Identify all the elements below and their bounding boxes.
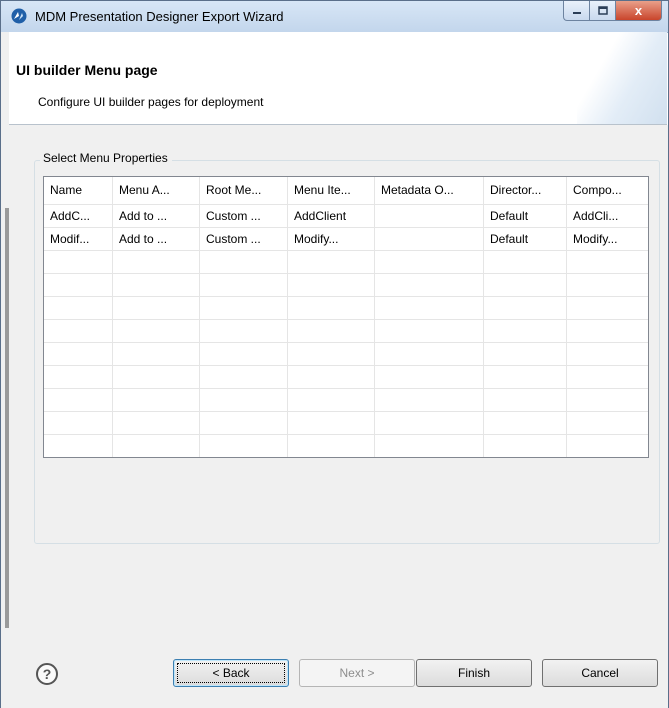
empty-row — [44, 251, 648, 274]
wizard-header: UI builder Menu page Configure UI builde… — [9, 32, 667, 125]
table-cell: AddC... — [44, 205, 113, 227]
table-cell: Modif... — [44, 228, 113, 250]
table-row[interactable]: Modif... Add to ... Custom ... Modify...… — [44, 228, 648, 251]
empty-row — [44, 366, 648, 389]
empty-row — [44, 274, 648, 297]
column-header-menu-action[interactable]: Menu A... — [113, 177, 200, 204]
wizard-footer: ? < Back Next > Finish Cancel — [9, 659, 668, 708]
column-header-directory[interactable]: Director... — [484, 177, 567, 204]
wizard-window: MDM Presentation Designer Export Wizard … — [0, 0, 669, 708]
finish-button-label: Finish — [457, 666, 490, 680]
group-label: Select Menu Properties — [40, 151, 172, 165]
table-cell: Add to ... — [113, 228, 200, 250]
column-header-name[interactable]: Name — [44, 177, 113, 204]
table-cell: Custom ... — [200, 205, 288, 227]
table-cell: Modify... — [573, 232, 618, 246]
next-button[interactable]: Next > — [299, 659, 415, 687]
table-row[interactable]: AddC... Add to ... Custom ... AddClient … — [44, 205, 648, 228]
page-description: Configure UI builder pages for deploymen… — [38, 95, 264, 109]
maximize-icon — [597, 5, 608, 15]
maximize-button[interactable] — [590, 1, 616, 21]
table-cell: AddCli... — [573, 209, 619, 223]
window-controls: x — [563, 1, 662, 22]
table-cell: Add to ... — [113, 205, 200, 227]
column-header-component[interactable]: Compo... — [567, 177, 648, 204]
close-button[interactable]: x — [616, 1, 662, 21]
table-header: Name Menu A... Root Me... Menu Ite... Me… — [44, 177, 648, 205]
empty-row — [44, 435, 648, 457]
empty-row — [44, 343, 648, 366]
minimize-button[interactable] — [563, 1, 590, 21]
menu-properties-table[interactable]: Name Menu A... Root Me... Menu Ite... Me… — [43, 176, 649, 458]
cancel-button-label: Cancel — [581, 666, 619, 680]
next-button-label: Next > — [339, 666, 375, 680]
table-cell — [375, 228, 484, 250]
finish-button[interactable]: Finish — [416, 659, 532, 687]
column-header-metadata[interactable]: Metadata O... — [375, 177, 484, 204]
column-header-menu-item[interactable]: Menu Ite... — [288, 177, 375, 204]
table-cell — [375, 205, 484, 227]
left-edge — [1, 32, 9, 708]
table-cell: AddClient — [288, 205, 375, 227]
app-icon — [11, 8, 27, 24]
empty-row — [44, 412, 648, 435]
empty-row — [44, 297, 648, 320]
window-title: MDM Presentation Designer Export Wizard — [35, 9, 284, 24]
back-button[interactable]: < Back — [173, 659, 289, 687]
table-cell: Default — [484, 205, 567, 227]
table-cell: Default — [484, 228, 567, 250]
header-decoration — [577, 32, 667, 124]
title-bar[interactable]: MDM Presentation Designer Export Wizard … — [1, 1, 668, 33]
minimize-icon — [572, 11, 581, 14]
table-cell: Custom ... — [200, 228, 288, 250]
cancel-button[interactable]: Cancel — [542, 659, 658, 687]
empty-row — [44, 389, 648, 412]
page-title: UI builder Menu page — [16, 62, 158, 78]
column-header-root-menu[interactable]: Root Me... — [200, 177, 288, 204]
close-icon: x — [634, 3, 643, 18]
wizard-content: Select Menu Properties Name Menu A... Ro… — [9, 125, 668, 665]
table-cell: Modify... — [288, 228, 375, 250]
focus-indicator — [177, 663, 285, 683]
empty-row — [44, 320, 648, 343]
help-icon[interactable]: ? — [36, 663, 58, 685]
